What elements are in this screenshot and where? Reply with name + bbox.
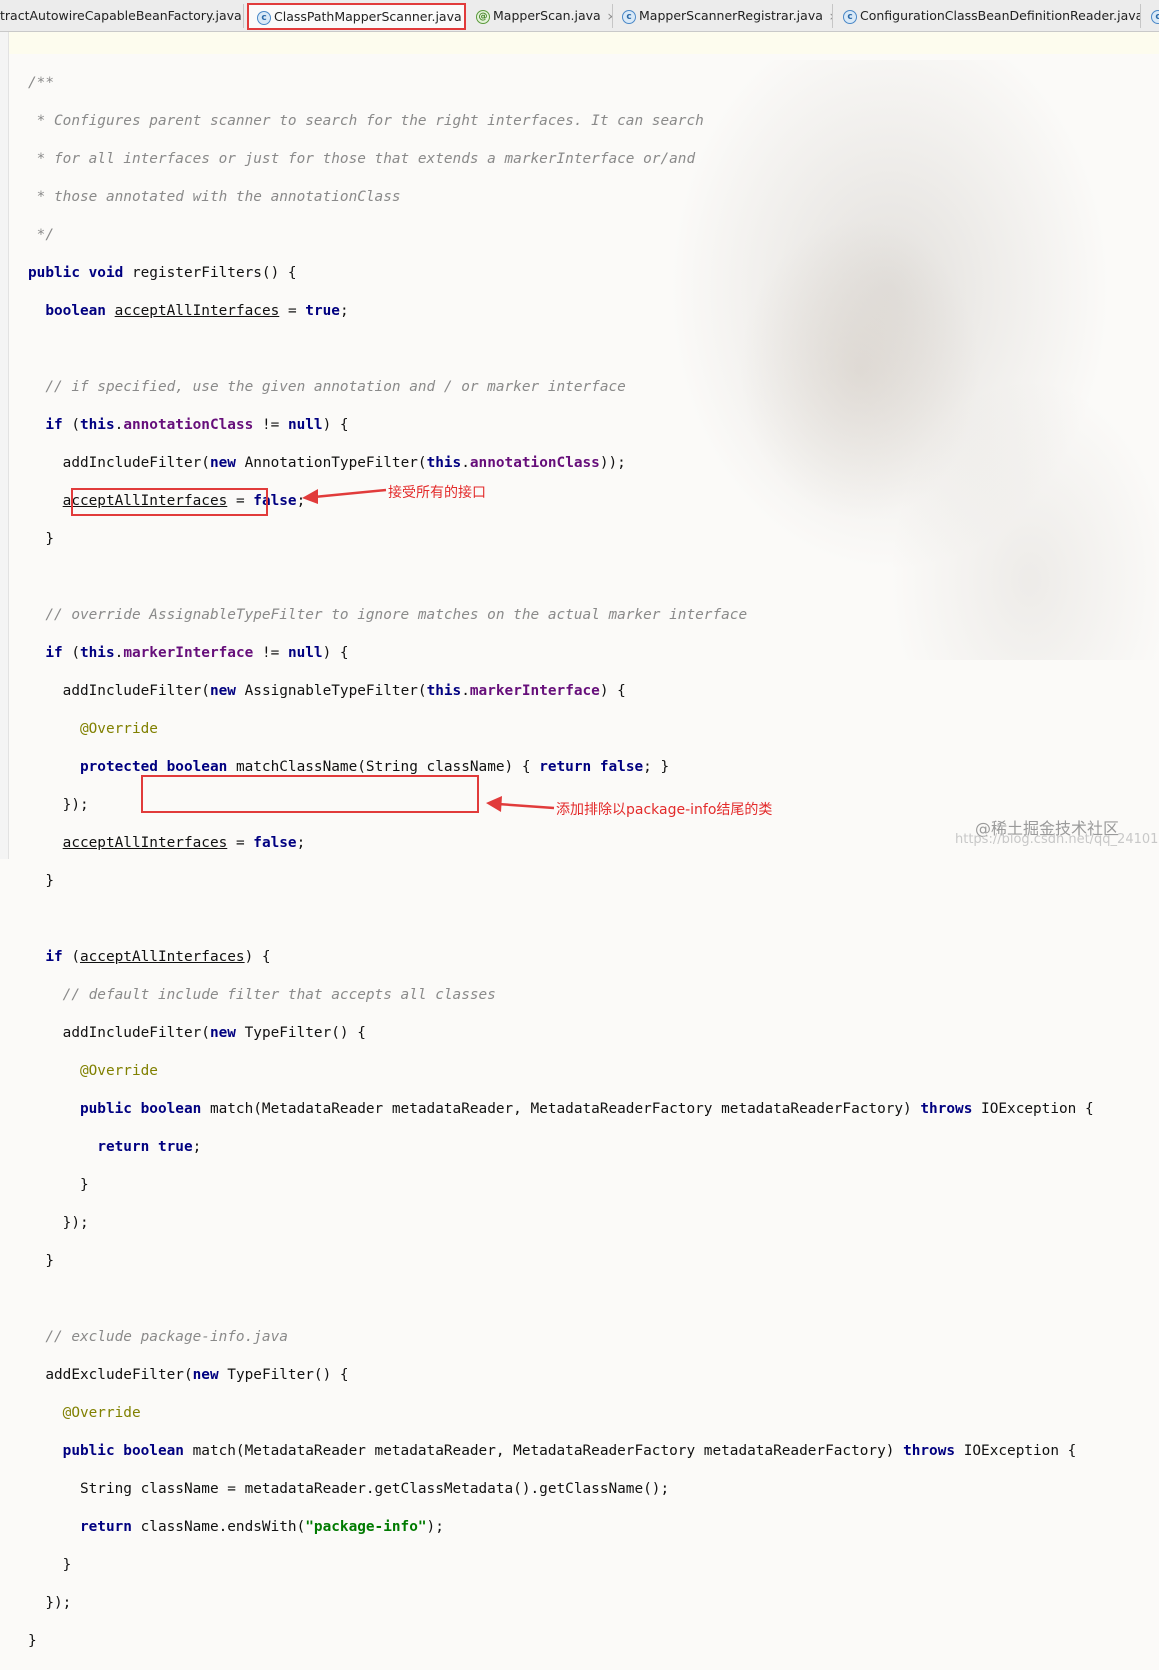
- annotation-note-accept-all: 接受所有的接口: [388, 485, 486, 501]
- code-line: @Override: [62, 1405, 141, 1421]
- code-line: if (acceptAllInterfaces) {: [28, 949, 271, 965]
- code-line: // default include filter that accepts a…: [28, 987, 496, 1003]
- code-line: addIncludeFilter(new AnnotationTypeFilte…: [28, 455, 626, 471]
- code-line: }: [28, 1177, 89, 1193]
- class-icon: c: [257, 10, 271, 25]
- code-line: });: [28, 1595, 72, 1611]
- code-line: @Override: [79, 1063, 158, 1079]
- code-line: }: [28, 1633, 37, 1649]
- close-icon[interactable]: ×: [607, 10, 612, 23]
- arrow-icon: [486, 796, 555, 812]
- code-line: public boolean match(MetadataReader meta…: [79, 1101, 1094, 1117]
- code-line: acceptAllInterfaces = false;: [62, 835, 306, 851]
- code-line: });: [28, 1215, 89, 1231]
- arrow-icon: [302, 488, 387, 504]
- code-line: addIncludeFilter(new AssignableTypeFilte…: [28, 683, 626, 699]
- code-line: * those annotated with the annotationCla…: [28, 189, 401, 205]
- code-line: }: [28, 1253, 54, 1269]
- editor-top-strip: [0, 32, 1159, 54]
- tab-label: ConfigurationClassBeanDefinitionReader.j…: [860, 8, 1141, 23]
- code-line: }: [28, 873, 54, 889]
- watermark-url: https://blog.csdn.net/qq_24101357: [955, 832, 1159, 847]
- code-line: // override AssignableTypeFilter to igno…: [28, 607, 748, 623]
- code-line: * for all interfaces or just for those t…: [28, 151, 696, 167]
- code-editor[interactable]: /** * Configures parent scanner to searc…: [28, 55, 1094, 1670]
- class-icon: c: [843, 9, 857, 24]
- class-icon: c: [1151, 9, 1159, 24]
- editor-tab-bar: tractAutowireCapableBeanFactory.java × c…: [0, 0, 1159, 32]
- annotation-icon: @: [476, 9, 490, 24]
- code-line: return true;: [97, 1139, 202, 1155]
- code-line: */: [28, 227, 54, 243]
- tab-label: tractAutowireCapableBeanFactory.java: [0, 8, 242, 23]
- tab-mapper-scanner-registrar[interactable]: cMapperScannerRegistrar.java ×: [614, 4, 833, 28]
- code-line: if (this.markerInterface != null) {: [28, 645, 349, 661]
- code-line: * Configures parent scanner to search fo…: [28, 113, 704, 129]
- tab-configuration-class-bean-definition-reader[interactable]: c ConfigurationClassBeanDefinitionReader.…: [835, 4, 1141, 28]
- code-line: return className.endsWith("package-info"…: [79, 1519, 444, 1535]
- class-icon: c: [622, 9, 636, 24]
- code-line: String className = metadataReader.getCla…: [28, 1481, 670, 1497]
- tab-mapper-scan[interactable]: @MapperScan.java ×: [468, 4, 613, 28]
- highlight-box-package-info: [141, 775, 479, 813]
- tab-overflow[interactable]: c: [1143, 4, 1159, 28]
- highlight-box-accept-all: [71, 488, 268, 516]
- code-line: @Override: [79, 721, 158, 737]
- tab-label: MapperScan.java: [493, 8, 601, 23]
- code-line: }: [28, 1557, 72, 1573]
- code-line: addExcludeFilter(new TypeFilter() {: [28, 1367, 349, 1383]
- code-line: // if specified, use the given annotatio…: [28, 379, 626, 395]
- tab-class-path-mapper-scanner[interactable]: cClassPathMapperScanner.java×: [247, 3, 466, 30]
- code-line: addIncludeFilter(new TypeFilter() {: [28, 1025, 366, 1041]
- annotation-note-package-info: 添加排除以package-info结尾的类: [556, 802, 773, 818]
- close-icon[interactable]: ×: [829, 10, 832, 23]
- code-line: /**: [28, 75, 54, 91]
- code-line: if (this.annotationClass != null) {: [28, 417, 349, 433]
- tab-label: ClassPathMapperScanner.java: [274, 9, 462, 24]
- code-line: boolean acceptAllInterfaces = true;: [28, 303, 349, 319]
- editor-gutter: [0, 32, 9, 859]
- tab-abstract-autowire-capable-bean-factory[interactable]: tractAutowireCapableBeanFactory.java ×: [0, 4, 244, 28]
- code-line: public void registerFilters() {: [28, 265, 297, 281]
- code-line: }: [28, 531, 54, 547]
- code-line: public boolean match(MetadataReader meta…: [62, 1443, 1077, 1459]
- code-line: // exclude package-info.java: [28, 1329, 288, 1345]
- tab-label: MapperScannerRegistrar.java: [639, 8, 823, 23]
